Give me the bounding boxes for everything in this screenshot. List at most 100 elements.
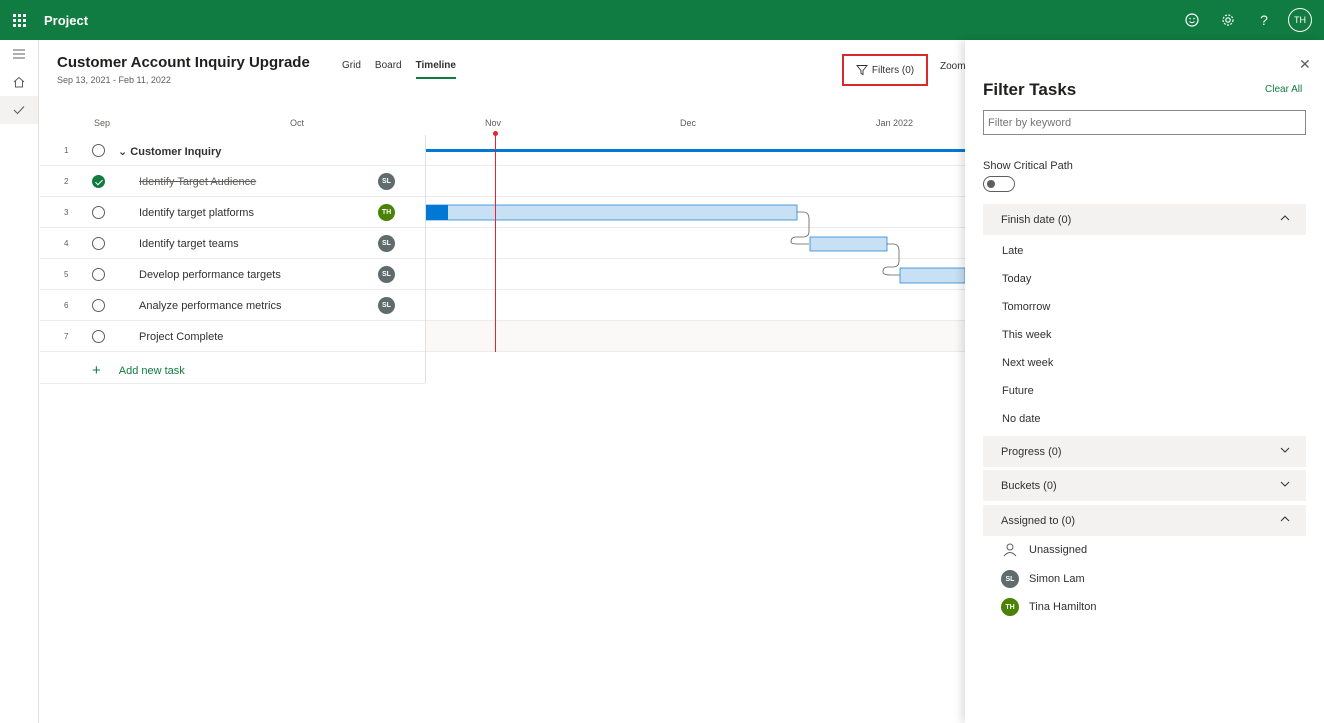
critical-path-label: Show Critical Path — [983, 160, 1073, 172]
avatar[interactable]: TH — [378, 204, 395, 221]
filter-option-this-week[interactable]: This week — [1002, 329, 1052, 341]
user-avatar[interactable]: TH — [1288, 8, 1312, 32]
buckets-section-header[interactable]: Buckets (0) — [983, 470, 1306, 501]
option-label: Tina Hamilton — [1029, 601, 1097, 613]
month-label: Oct — [290, 118, 305, 128]
section-label: Finish date (0) — [1001, 213, 1072, 226]
row-number: 1 — [64, 146, 69, 155]
hamburger-menu-icon[interactable] — [0, 40, 38, 68]
complete-checkbox[interactable] — [92, 206, 105, 219]
gantt-bars — [426, 149, 965, 284]
summary-bar — [426, 149, 965, 152]
row-number: 5 — [64, 270, 69, 279]
left-rail — [0, 40, 39, 723]
row-number: 7 — [64, 332, 69, 341]
filter-option-unassigned[interactable]: Unassigned — [1001, 543, 1087, 557]
task-bar — [426, 204, 798, 221]
chevron-up-icon — [1280, 215, 1290, 221]
critical-path-toggle[interactable] — [983, 176, 1015, 192]
month-label: Dec — [680, 118, 697, 128]
timeline-month-header: Sep Oct Nov Dec Jan 2022 — [40, 110, 965, 134]
clear-all-link[interactable]: Clear All — [1265, 84, 1302, 95]
zoom-button[interactable]: Zoom — [940, 61, 966, 72]
plus-icon: + — [92, 362, 101, 379]
option-label: Unassigned — [1029, 544, 1088, 556]
filter-option-no-date[interactable]: No date — [1002, 413, 1041, 425]
add-task-label: Add new task — [118, 364, 185, 377]
month-label: Sep — [94, 118, 111, 128]
complete-checkbox[interactable] — [92, 144, 105, 157]
chevron-down-icon — [1280, 447, 1290, 453]
filter-option-next-week[interactable]: Next week — [1002, 357, 1053, 369]
task-bar-progress — [426, 205, 448, 220]
task-name[interactable]: Identify Target Audience — [139, 176, 256, 188]
divider — [40, 383, 425, 384]
app-header: Project ? TH — [0, 0, 1324, 40]
filter-option-late[interactable]: Late — [1002, 245, 1023, 257]
complete-checkbox[interactable] — [92, 237, 105, 250]
row-number: 6 — [64, 301, 69, 310]
keyword-filter-input[interactable] — [983, 110, 1306, 135]
filters-button[interactable]: Filters (0) — [842, 54, 928, 86]
help-question-icon[interactable]: ? — [1246, 0, 1282, 40]
gantt-timeline — [426, 135, 965, 353]
complete-checkbox[interactable] — [92, 175, 105, 188]
task-bar — [899, 267, 965, 284]
row-number: 2 — [64, 177, 69, 186]
task-name[interactable]: Develop performance targets — [139, 269, 281, 281]
task-bar — [809, 236, 888, 252]
filters-label: Filters (0) — [871, 64, 915, 76]
waffle-icon — [12, 13, 26, 27]
row-number: 4 — [64, 239, 69, 248]
progress-section-header[interactable]: Progress (0) — [983, 436, 1306, 467]
option-label: Simon Lam — [1029, 573, 1085, 585]
settings-gear-icon[interactable] — [1210, 0, 1246, 40]
avatar[interactable]: SL — [378, 297, 395, 314]
app-name[interactable]: Project — [44, 13, 88, 28]
filter-option-simon-lam[interactable]: SL Simon Lam — [1001, 570, 1085, 588]
complete-checkbox[interactable] — [92, 330, 105, 343]
feedback-smiley-icon[interactable] — [1174, 0, 1210, 40]
row-number: 3 — [64, 208, 69, 217]
my-tasks-check-icon[interactable] — [0, 96, 38, 124]
complete-checkbox[interactable] — [92, 268, 105, 281]
app-launcher-button[interactable] — [0, 0, 38, 40]
close-icon[interactable]: ✕ — [1299, 56, 1311, 73]
section-label: Buckets (0) — [1001, 479, 1057, 492]
filter-panel: ✕ Filter Tasks Clear All Show Critical P… — [965, 40, 1324, 723]
filter-option-today[interactable]: Today — [1002, 273, 1031, 285]
plan-header: Customer Account Inquiry Upgrade Sep 13,… — [57, 54, 310, 85]
tab-grid[interactable]: Grid — [342, 60, 361, 79]
avatar[interactable]: SL — [378, 235, 395, 252]
avatar: TH — [1001, 598, 1019, 616]
home-icon[interactable] — [0, 68, 38, 96]
section-label: Assigned to (0) — [1001, 514, 1075, 527]
chevron-up-icon — [1280, 516, 1290, 522]
finish-date-section-header[interactable]: Finish date (0) — [983, 204, 1306, 235]
today-marker — [495, 133, 496, 352]
avatar: SL — [1001, 570, 1019, 588]
filter-funnel-icon — [855, 65, 868, 76]
add-task-button[interactable]: + Add new task — [92, 362, 185, 379]
task-name[interactable]: Identify target platforms — [139, 207, 254, 219]
filter-option-future[interactable]: Future — [1002, 385, 1034, 397]
filter-option-tina-hamilton[interactable]: TH Tina Hamilton — [1001, 598, 1096, 616]
collapse-chevron-icon[interactable]: ⌄ — [118, 146, 130, 158]
avatar[interactable]: SL — [378, 266, 395, 283]
assigned-to-section-header[interactable]: Assigned to (0) — [983, 505, 1306, 536]
task-name[interactable]: Analyze performance metrics — [139, 300, 281, 312]
chevron-down-icon — [1280, 481, 1290, 487]
person-icon — [1003, 543, 1017, 557]
tab-timeline[interactable]: Timeline — [415, 60, 456, 79]
task-name[interactable]: ⌄ Customer Inquiry — [118, 145, 221, 158]
avatar[interactable]: SL — [378, 173, 395, 190]
tab-board[interactable]: Board — [375, 60, 402, 79]
task-name[interactable]: Project Complete — [139, 331, 223, 343]
task-name[interactable]: Identify target teams — [139, 238, 239, 250]
section-label: Progress (0) — [1001, 445, 1062, 458]
filter-option-tomorrow[interactable]: Tomorrow — [1002, 301, 1050, 313]
plan-dates: Sep 13, 2021 - Feb 11, 2022 — [57, 75, 171, 85]
complete-checkbox[interactable] — [92, 299, 105, 312]
month-label: Jan 2022 — [876, 118, 914, 128]
panel-title: Filter Tasks — [983, 80, 1077, 99]
